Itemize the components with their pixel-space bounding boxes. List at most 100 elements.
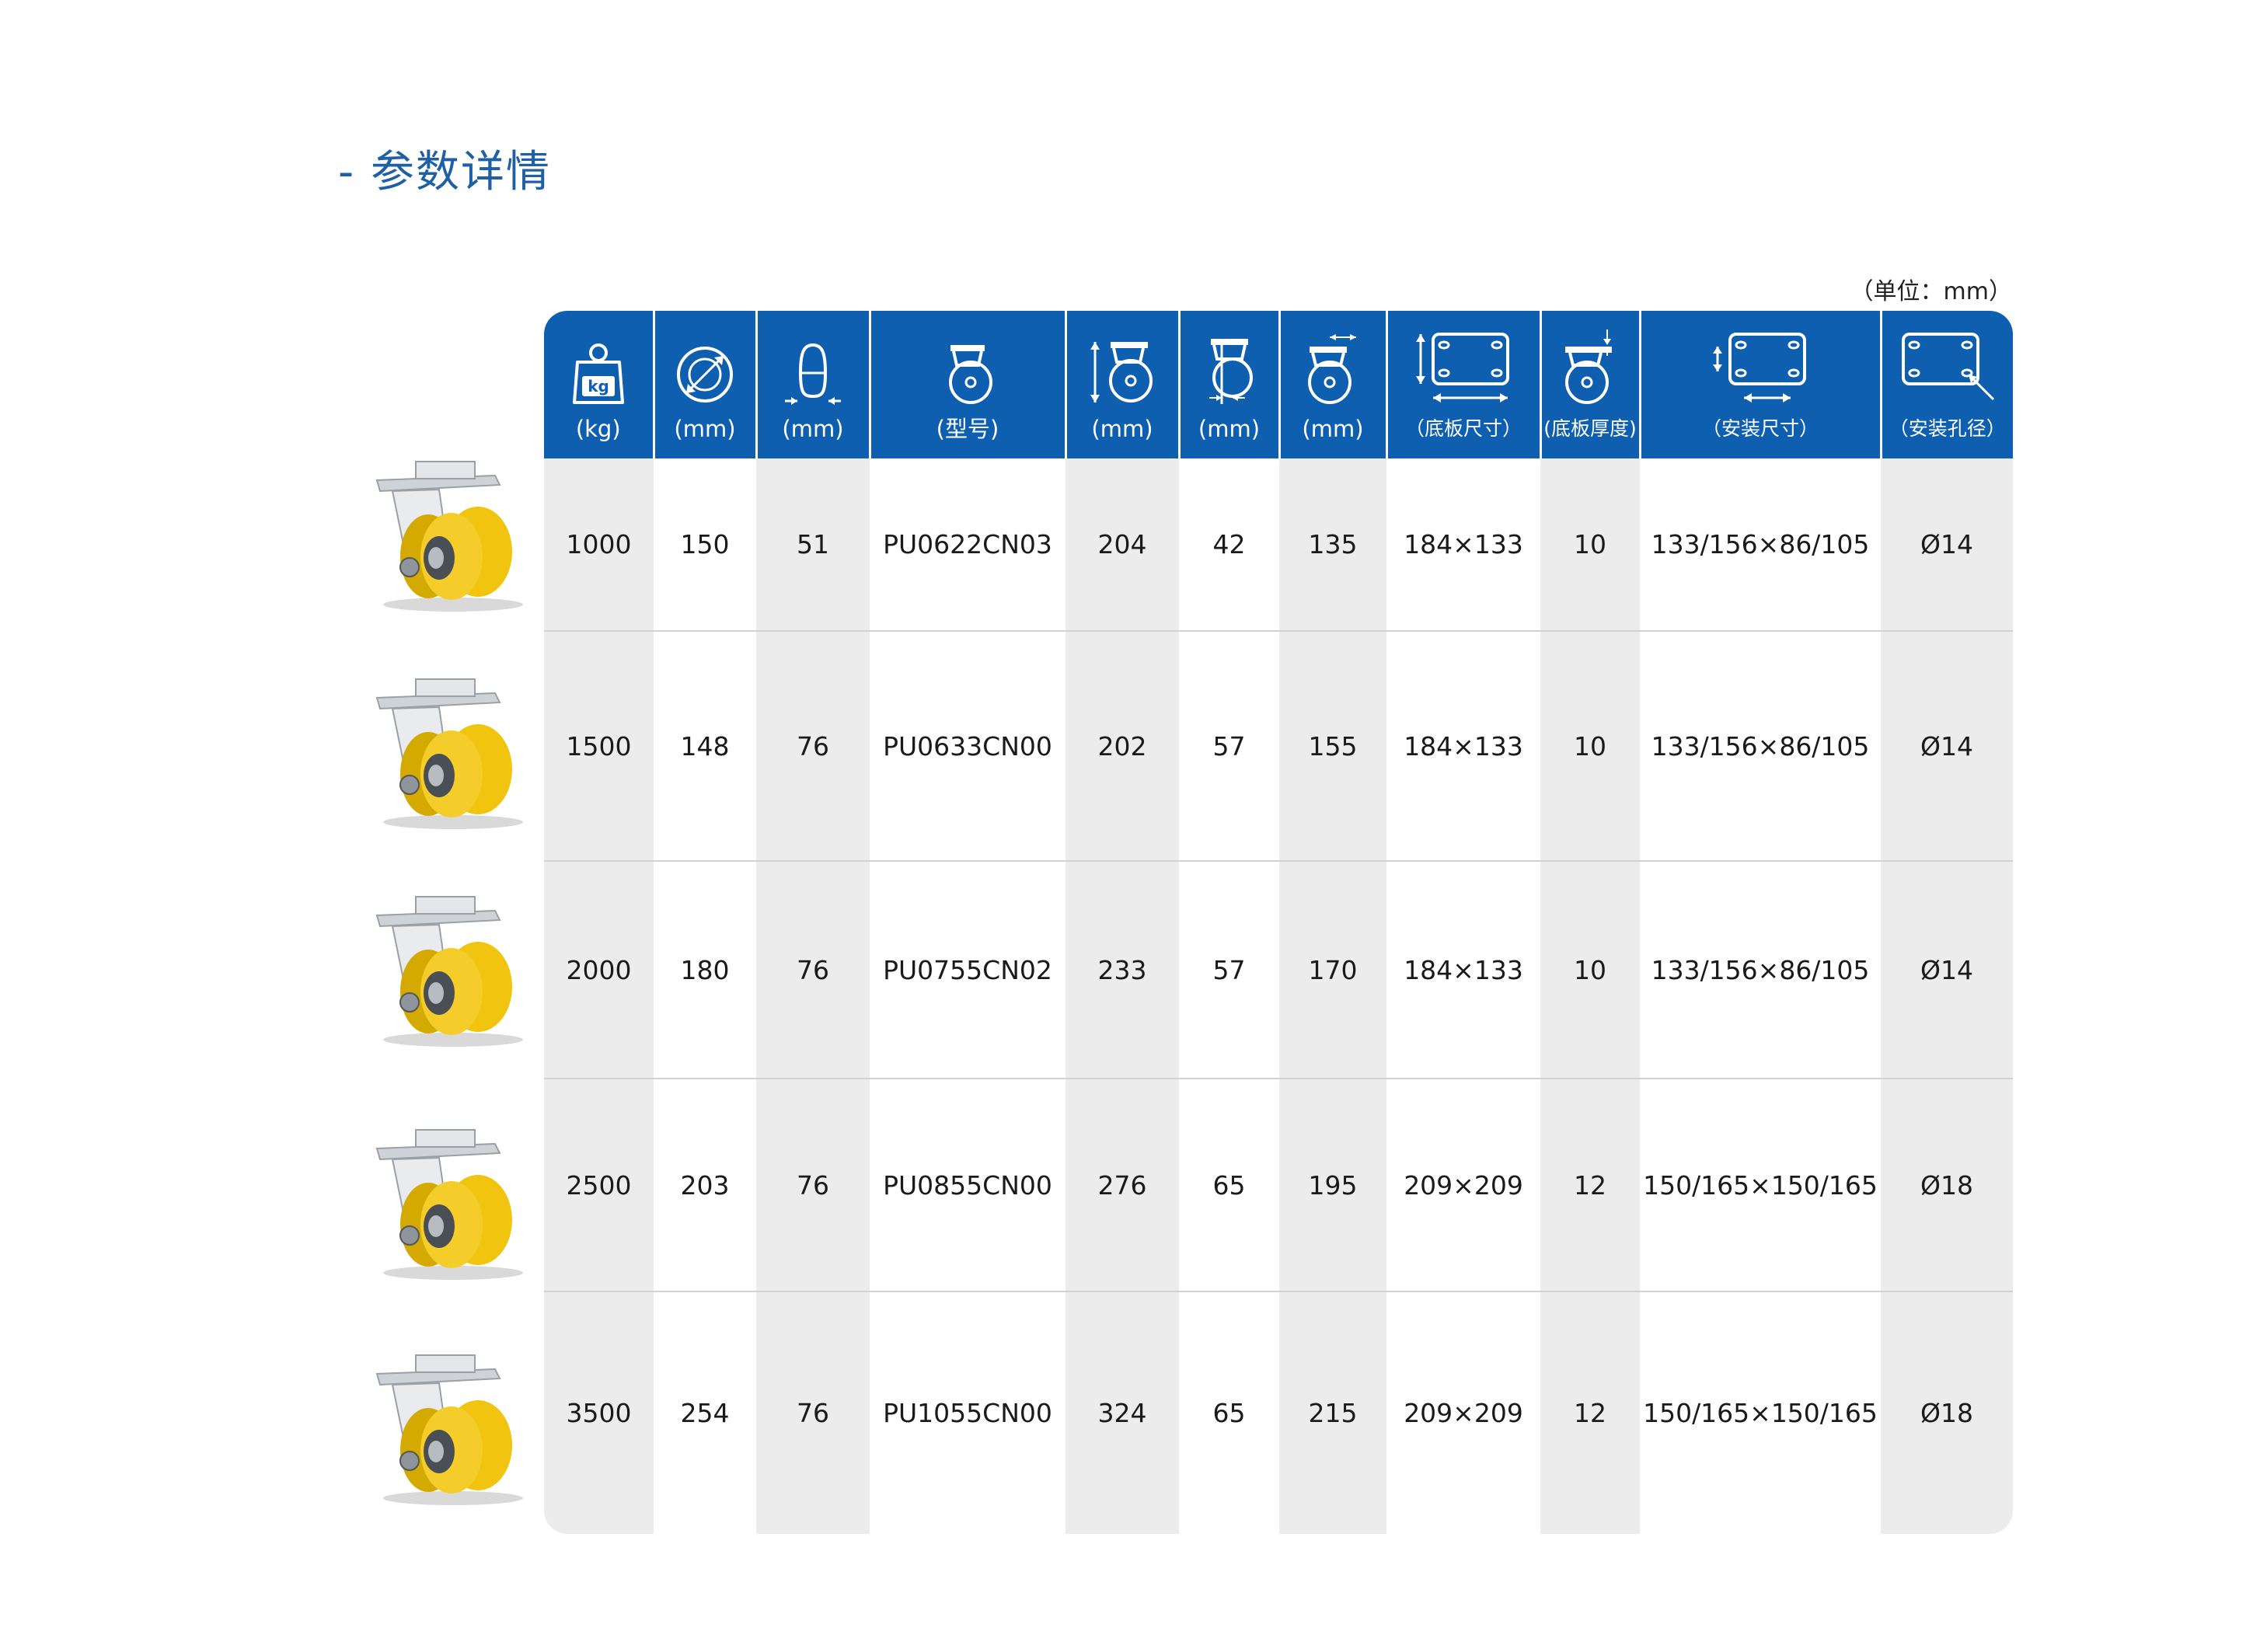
table-cell: 2000 <box>544 861 654 1079</box>
col-label: (型号) <box>936 416 999 442</box>
table-body: 1000 150 51 PU0622CN03 204 42 135 184×133 10 133/… <box>544 458 2013 1534</box>
table-cell: PU0855CN00 <box>870 1079 1065 1292</box>
col-label: (mm) <box>1198 416 1261 442</box>
table-cell: 76 <box>756 1079 870 1292</box>
table-cell: 170 <box>1279 861 1386 1079</box>
table-cell: Ø14 <box>1881 631 2013 862</box>
caster-wheel-image <box>375 896 523 1047</box>
table-cell: Ø18 <box>1881 1079 2013 1292</box>
table-cell: 180 <box>654 861 756 1079</box>
table-cell: 324 <box>1065 1291 1179 1534</box>
col-label: （安装尺寸） <box>1701 417 1819 440</box>
table-cell: 12 <box>1540 1291 1640 1534</box>
table-cell: PU1055CN00 <box>870 1291 1065 1534</box>
table-cell: 148 <box>654 631 756 862</box>
table-cell: 10 <box>1540 861 1640 1079</box>
table-cell: 3500 <box>544 1291 654 1534</box>
model-caster-icon <box>949 345 992 404</box>
col-label: (底板厚度) <box>1543 417 1637 440</box>
table-cell: 209×209 <box>1386 1079 1540 1292</box>
unit-note: （单位：mm） <box>1850 278 2012 305</box>
kg-badge-text: kg <box>588 377 609 396</box>
page-title: - 参数详情 <box>338 147 552 197</box>
table-cell: 184×133 <box>1386 631 1540 862</box>
col-total-height: (mm) <box>1065 311 1181 458</box>
col-swivel-radius: (mm) <box>1279 311 1388 458</box>
table-cell: 150 <box>654 458 756 632</box>
col-load: kg (kg) <box>544 311 655 458</box>
wheel-width-icon <box>785 343 841 405</box>
table-row: 1500 148 76 PU0633CN00 202 57 155 184×133 10 133/… <box>544 631 2013 862</box>
col-label: (kg) <box>575 416 621 442</box>
table-cell: 254 <box>654 1291 756 1534</box>
col-label: (mm) <box>782 416 844 442</box>
table-cell: 1000 <box>544 458 654 632</box>
table-cell: 184×133 <box>1386 458 1540 632</box>
col-wheel-diameter: (mm) <box>654 311 758 458</box>
col-label: (mm) <box>1091 416 1153 442</box>
total-height-icon <box>1090 342 1153 403</box>
table-cell: 76 <box>756 861 870 1079</box>
table-row: 2500 203 76 PU0855CN00 276 65 195 209×209 12 150/… <box>544 1079 2013 1292</box>
table-cell: 10 <box>1540 458 1640 632</box>
table-cell: 276 <box>1065 1079 1179 1292</box>
offset-icon <box>1208 339 1253 404</box>
table-cell: 135 <box>1279 458 1386 632</box>
table-cell: 51 <box>756 458 870 632</box>
caster-wheel-image <box>375 1129 523 1280</box>
table-cell: 65 <box>1179 1079 1279 1292</box>
col-plate-thickness: (底板厚度) <box>1540 311 1641 458</box>
table-cell: 133/156×86/105 <box>1640 631 1881 862</box>
load-weight-icon: kg <box>572 343 624 404</box>
table-cell: 57 <box>1179 631 1279 862</box>
col-model: (型号) <box>870 311 1067 458</box>
table-cell: Ø18 <box>1881 1291 2013 1534</box>
table-cell: 150/165×150/165 <box>1640 1291 1881 1534</box>
table-cell: 57 <box>1179 861 1279 1079</box>
table-cell: 209×209 <box>1386 1291 1540 1534</box>
plate-thickness-icon <box>1565 329 1612 404</box>
col-wheel-width: (mm) <box>756 311 871 458</box>
col-label: (mm) <box>674 416 736 442</box>
table-cell: 133/156×86/105 <box>1640 458 1881 632</box>
col-label: （底板尺寸） <box>1404 417 1522 440</box>
table-cell: 65 <box>1179 1291 1279 1534</box>
table-cell: 76 <box>756 1291 870 1534</box>
table-cell: Ø14 <box>1881 458 2013 632</box>
table-cell: 233 <box>1065 861 1179 1079</box>
table-cell: 150/165×150/165 <box>1640 1079 1881 1292</box>
spec-table: kg (kg) (mm) (mm) (型号) (mm) (mm) (mm) （底… <box>544 311 2013 1534</box>
col-label: （安装孔径） <box>1889 417 2006 440</box>
col-bolt-hole: （安装孔径） <box>1881 311 2013 458</box>
table-row: 3500 254 76 PU1055CN00 324 65 215 209×209 12 150/… <box>544 1291 2013 1534</box>
table-cell: 195 <box>1279 1079 1386 1292</box>
table-cell: 2500 <box>544 1079 654 1292</box>
table-row: 2000 180 76 PU0755CN02 233 57 170 184×133 10 133/… <box>544 861 2013 1079</box>
table-cell: PU0755CN02 <box>870 861 1065 1079</box>
plate-size-icon <box>1416 333 1509 403</box>
table-cell: 203 <box>654 1079 756 1292</box>
table-cell: 76 <box>756 631 870 862</box>
table-cell: PU0622CN03 <box>870 458 1065 632</box>
table-cell: 215 <box>1279 1291 1386 1534</box>
table-cell: 1500 <box>544 631 654 862</box>
mounting-size-icon <box>1713 333 1806 403</box>
table-cell: 133/156×86/105 <box>1640 861 1881 1079</box>
caster-wheel-image <box>375 461 523 612</box>
caster-wheel-image <box>375 678 523 829</box>
caster-wheel-image <box>375 1354 523 1505</box>
col-plate-size: （底板尺寸） <box>1386 311 1542 458</box>
col-label: (mm) <box>1302 416 1364 442</box>
table-header-row: kg (kg) (mm) (mm) (型号) (mm) (mm) (mm) （底… <box>544 311 2013 458</box>
table-cell: 10 <box>1540 631 1640 862</box>
col-mounting-size: （安装尺寸） <box>1640 311 1882 458</box>
table-cell: 184×133 <box>1386 861 1540 1079</box>
bolt-hole-icon <box>1901 333 1994 401</box>
table-cell: 202 <box>1065 631 1179 862</box>
table-cell: 12 <box>1540 1079 1640 1292</box>
table-cell: 42 <box>1179 458 1279 632</box>
table-cell: 204 <box>1065 458 1179 632</box>
table-cell: 155 <box>1279 631 1386 862</box>
swivel-radius-icon <box>1308 334 1356 404</box>
col-offset: (mm) <box>1179 311 1281 458</box>
